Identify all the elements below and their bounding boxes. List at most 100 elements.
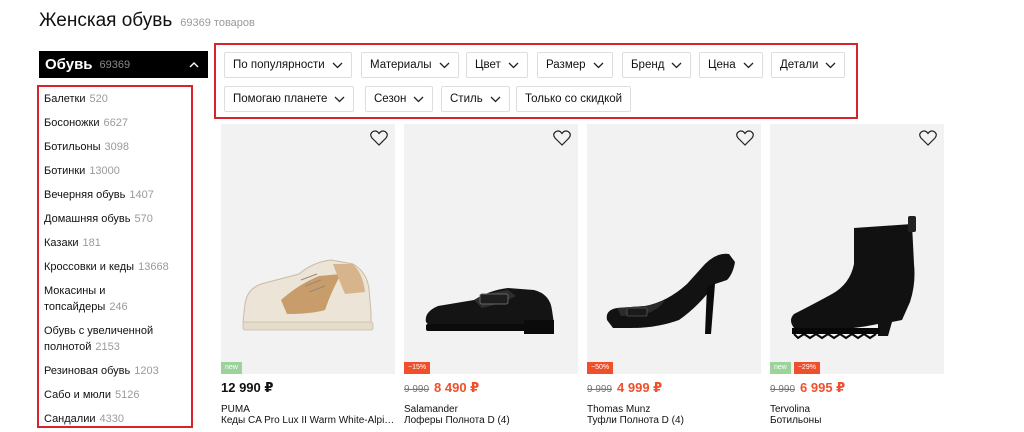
subcategory-item[interactable]: Домашняя обувь 570 <box>44 211 191 227</box>
product-image[interactable]: new −29% <box>770 124 944 374</box>
filter-color[interactable]: Цвет <box>466 52 528 78</box>
filter-price[interactable]: Цена <box>699 52 763 78</box>
product-image[interactable]: −50% <box>587 124 761 374</box>
subcategory-item[interactable]: Казаки 181 <box>44 235 191 251</box>
discount-badge: −15% <box>404 362 431 374</box>
subcategory-label: Ботинки <box>44 165 86 177</box>
filter-season[interactable]: Сезон <box>365 86 434 112</box>
price-row: 9 990 8 490 ₽ <box>404 380 578 396</box>
subcategory-label: Вечерняя обувь <box>44 189 126 201</box>
subcategory-item[interactable]: Ботинки 13000 <box>44 163 191 179</box>
new-badge: new <box>221 362 242 374</box>
subcategory-item[interactable]: Сандалии 4330 <box>44 411 191 426</box>
heart-icon[interactable] <box>370 130 388 146</box>
discount-badge: −50% <box>587 362 614 374</box>
product-brand: Thomas Munz <box>587 404 651 415</box>
pump-image <box>606 253 735 334</box>
filter-label: По популярности <box>233 59 325 71</box>
filter-style[interactable]: Стиль <box>441 86 510 112</box>
page-title: Женская обувь <box>39 10 173 31</box>
category-count: 69369 <box>99 58 131 71</box>
sort-popularity-dropdown[interactable]: По популярности <box>224 52 352 78</box>
product-brand: Salamander <box>404 404 458 415</box>
filter-label: Детали <box>780 59 819 71</box>
heart-icon[interactable] <box>919 130 937 146</box>
filter-label: Размер <box>546 59 586 71</box>
product-card[interactable]: new 12 990 ₽ PUMA Кеды CA Pro Lux II War… <box>221 124 395 426</box>
product-image[interactable]: −15% <box>404 124 578 374</box>
subcategory-count: 2153 <box>95 341 120 353</box>
subcategory-item[interactable]: Вечерняя обувь 1407 <box>44 187 191 203</box>
chevron-down-icon <box>413 96 424 102</box>
product-badges: −50% <box>587 362 614 374</box>
sneaker-image <box>242 259 374 331</box>
product-name[interactable]: Ботильоны <box>770 415 944 426</box>
subcategory-label: Казаки <box>44 237 79 249</box>
subcategory-item[interactable]: Босоножки 6627 <box>44 115 191 131</box>
chevron-down-icon <box>334 96 345 102</box>
subcategory-count: 1203 <box>134 365 159 377</box>
price-row: 9 999 4 999 ₽ <box>587 380 761 396</box>
product-name[interactable]: Туфли Полнота D (4) <box>587 415 761 426</box>
category-header[interactable]: Обувь 69369 <box>39 51 208 78</box>
subcategory-item[interactable]: Мокасины и топсайдеры 246 <box>44 283 139 315</box>
product-card[interactable]: −50% 9 999 4 999 ₽ Thomas Munz Туфли Полн… <box>587 124 761 426</box>
product-card[interactable]: −15% 9 990 8 490 ₽ Salamander Лоферы Полн… <box>404 124 578 426</box>
subcategory-count: 13000 <box>89 165 120 177</box>
chevron-down-icon <box>508 62 519 68</box>
subcategory-label: Сабо и мюли <box>44 389 111 401</box>
product-card[interactable]: new −29% 9 990 6 995 ₽ Tervolina Ботильоны <box>770 124 944 426</box>
filter-label: Бренд <box>631 59 665 71</box>
subcategory-item[interactable]: Резиновая обувь 1203 <box>44 363 191 379</box>
filter-eco[interactable]: Помогаю планете <box>224 86 355 112</box>
subcategory-count: 4330 <box>99 413 124 425</box>
product-badges: new −29% <box>770 362 820 374</box>
current-price: 4 999 ₽ <box>617 380 663 395</box>
filter-size[interactable]: Размер <box>537 52 613 78</box>
filter-details[interactable]: Детали <box>771 52 846 78</box>
price-row: 12 990 ₽ <box>221 380 395 396</box>
old-price: 9 990 <box>770 384 796 395</box>
chevron-down-icon <box>826 62 836 68</box>
subcategory-count: 5126 <box>115 389 140 401</box>
old-price: 9 999 <box>587 384 613 395</box>
product-name[interactable]: Лоферы Полнота D (4) <box>404 415 578 426</box>
subcategory-label: Кроссовки и кеды <box>44 261 135 273</box>
heart-icon[interactable] <box>736 130 754 146</box>
product-badges: −15% <box>404 362 431 374</box>
subcategory-item[interactable]: Кроссовки и кеды 13668 <box>44 259 191 275</box>
product-image[interactable]: new <box>221 124 395 374</box>
subcategory-count: 13668 <box>138 261 169 273</box>
subcategory-item[interactable]: Балетки 520 <box>44 91 191 107</box>
subcategory-count: 3098 <box>104 141 130 153</box>
filter-materials[interactable]: Материалы <box>361 52 459 78</box>
product-name[interactable]: Кеды CA Pro Lux II Warm White-Alpine Sno… <box>221 415 395 426</box>
heart-icon[interactable] <box>553 130 571 146</box>
chevron-down-icon <box>439 62 450 68</box>
filter-brand[interactable]: Бренд <box>622 52 692 78</box>
subcategory-label: Босоножки <box>44 117 100 129</box>
subcategory-item[interactable]: Ботильоны 3098 <box>44 139 191 155</box>
bootie-image <box>791 216 916 340</box>
subcategory-count: 6627 <box>103 117 128 129</box>
chevron-down-icon <box>743 62 754 68</box>
filter-label: Материалы <box>370 59 432 71</box>
current-price: 6 995 ₽ <box>800 380 846 395</box>
subcategory-label: Балетки <box>44 93 86 105</box>
chevron-down-icon <box>593 62 603 68</box>
filter-label: Сезон <box>374 93 407 105</box>
price-row: 9 990 6 995 ₽ <box>770 380 944 396</box>
filter-sale-only[interactable]: Только со скидкой <box>516 86 632 112</box>
product-count: 69369 товаров <box>180 17 255 29</box>
chevron-down-icon <box>490 96 501 102</box>
subcategory-count: 1407 <box>129 189 154 201</box>
old-price: 9 990 <box>404 384 430 395</box>
subcategory-item[interactable]: Сабо и мюли 5126 <box>44 387 191 403</box>
current-price: 12 990 ₽ <box>221 380 274 395</box>
subcategory-item[interactable]: Обувь с увеличенной полнотой 2153 <box>44 323 169 355</box>
subcategory-count: 181 <box>82 237 101 249</box>
discount-badge: −29% <box>793 362 820 374</box>
page-header: Женская обувь 69369 товаров <box>39 10 255 32</box>
current-price: 8 490 ₽ <box>434 380 480 395</box>
chevron-down-icon <box>332 62 343 68</box>
